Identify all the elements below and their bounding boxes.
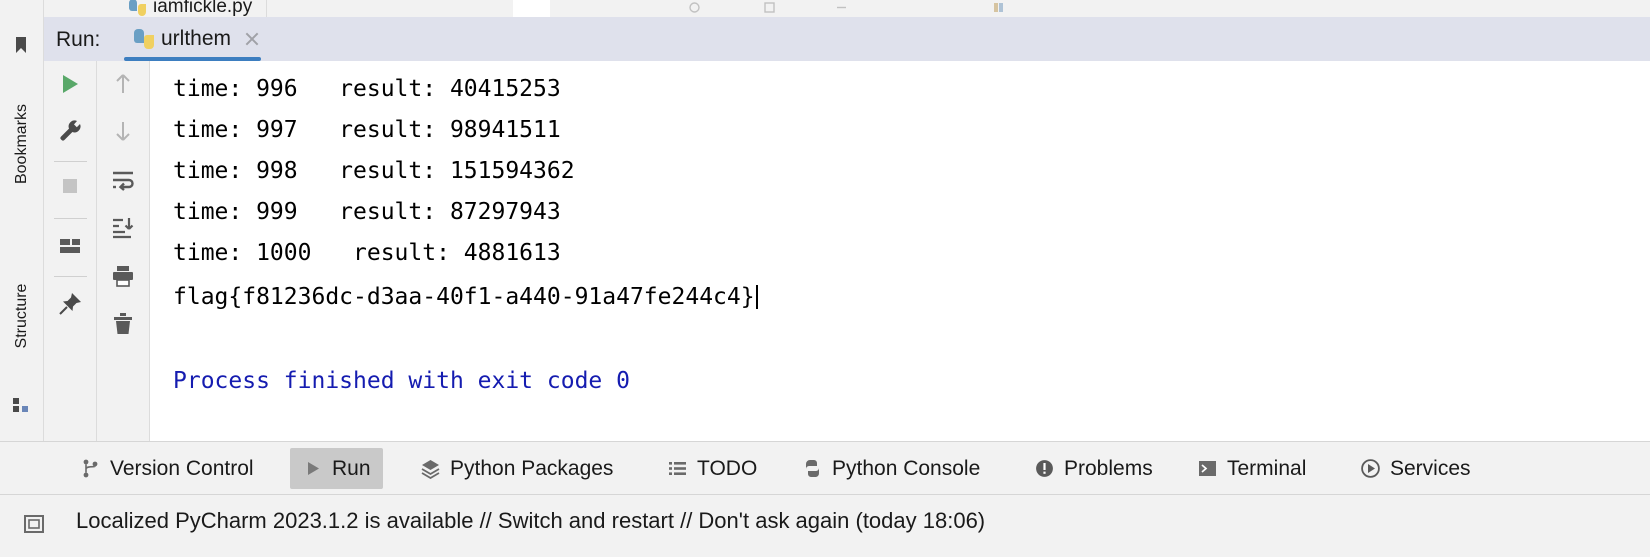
editor-tab-gap	[513, 0, 550, 17]
run-panel-header: Run: urlthem	[44, 17, 1650, 61]
ghost-toolbar-icon-4	[992, 1, 1005, 14]
editor-tab-strip: iamfickle.py	[0, 0, 1650, 17]
warning-icon	[1034, 458, 1055, 479]
text-caret	[755, 285, 758, 309]
next-occurrence-button[interactable]	[106, 116, 140, 150]
bottom-tab-todo[interactable]: TODO	[655, 448, 769, 489]
bottom-tab-label: Run	[332, 456, 371, 480]
layout-settings-button[interactable]	[53, 231, 87, 265]
branch-icon	[80, 458, 101, 479]
python-run-config-icon	[134, 29, 154, 49]
services-icon	[1360, 458, 1381, 479]
run-toolbar-left	[44, 61, 97, 441]
print-icon	[110, 263, 136, 294]
bottom-tab-problems[interactable]: Problems	[1022, 448, 1165, 489]
bookmarks-label[interactable]: Bookmarks	[13, 104, 31, 184]
edit-configurations-button[interactable]	[53, 116, 87, 150]
editor-tab-label: iamfickle.py	[153, 0, 253, 17]
stop-icon	[57, 173, 83, 204]
run-console-output[interactable]: time: 996 result: 40415253 time: 997 res…	[151, 61, 1650, 441]
run-configuration-tab[interactable]: urlthem	[124, 17, 270, 61]
stop-button[interactable]	[53, 171, 87, 205]
console-line: time: 999 result: 87297943	[173, 199, 561, 225]
python-file-icon	[129, 0, 146, 16]
bottom-tool-window-bar: Version Control Run Python Packages TODO…	[0, 441, 1650, 494]
bottom-tab-run[interactable]: Run	[290, 448, 383, 489]
ghost-toolbar-icon-3	[835, 1, 848, 14]
editor-left-gutter	[0, 0, 44, 17]
ghost-toolbar-icon-2	[763, 1, 776, 14]
soft-wrap-button[interactable]	[106, 166, 140, 200]
left-tool-stripe: Bookmarks Structure	[0, 17, 44, 441]
play-icon	[302, 458, 323, 479]
clear-all-button[interactable]	[106, 309, 140, 343]
pin-icon	[57, 291, 83, 322]
play-icon	[57, 71, 83, 102]
console-flag-line: flag{f81236dc-d3aa-40f1-a440-91a47fe244c…	[173, 285, 758, 309]
wrench-icon	[57, 118, 83, 149]
terminal-icon	[1197, 458, 1218, 479]
bottom-tab-label: Version Control	[110, 456, 254, 480]
editor-toolbar-area	[550, 0, 1650, 17]
flag-text: flag{f81236dc-d3aa-40f1-a440-91a47fe244c…	[173, 284, 755, 310]
arrow-up-icon	[110, 71, 136, 102]
bottom-tab-services[interactable]: Services	[1348, 448, 1483, 489]
bottom-tab-label: Python Console	[832, 456, 981, 480]
bottom-tab-terminal[interactable]: Terminal	[1185, 448, 1318, 489]
print-button[interactable]	[106, 261, 140, 295]
status-bar-message[interactable]: Localized PyCharm 2023.1.2 is available …	[76, 505, 985, 537]
console-line: time: 997 result: 98941511	[173, 117, 561, 143]
toolbar-separator-3	[54, 276, 87, 277]
status-bar: Localized PyCharm 2023.1.2 is available …	[0, 494, 1650, 557]
previous-occurrence-button[interactable]	[106, 69, 140, 103]
list-icon	[667, 458, 688, 479]
console-line: time: 998 result: 151594362	[173, 158, 575, 184]
run-configuration-label: urlthem	[161, 27, 232, 50]
notification-icon[interactable]	[22, 512, 46, 536]
bookmark-icon	[11, 35, 31, 55]
layout-icon	[57, 233, 83, 264]
bottom-tab-label: Terminal	[1227, 456, 1307, 480]
pin-tab-button[interactable]	[53, 289, 87, 323]
scroll-to-end-button[interactable]	[106, 213, 140, 247]
bottom-tab-python-console[interactable]: Python Console	[790, 448, 992, 489]
bottom-tab-version-control[interactable]: Version Control	[68, 448, 266, 489]
soft-wrap-icon	[110, 168, 136, 199]
toolbar-separator-2	[54, 218, 87, 219]
close-icon[interactable]	[244, 31, 260, 47]
bottom-tab-label: TODO	[697, 456, 758, 480]
packages-icon	[420, 458, 441, 479]
trash-icon	[110, 311, 136, 342]
editor-tab-iamfickle[interactable]: iamfickle.py	[119, 0, 268, 17]
run-toolbar-right	[97, 61, 150, 441]
scroll-to-end-icon	[110, 215, 136, 246]
process-finished-line: Process finished with exit code 0	[173, 368, 630, 394]
arrow-down-icon	[110, 118, 136, 149]
bottom-tab-label: Problems	[1064, 456, 1153, 480]
console-line: time: 1000 result: 4881613	[173, 240, 561, 266]
console-line: time: 996 result: 40415253	[173, 76, 561, 102]
structure-icon	[11, 395, 31, 415]
bottom-tab-python-packages[interactable]: Python Packages	[408, 448, 625, 489]
bottom-tab-label: Services	[1390, 456, 1471, 480]
python-console-icon	[802, 458, 823, 479]
toolbar-separator-1	[54, 161, 87, 162]
rerun-button[interactable]	[53, 69, 87, 103]
structure-label[interactable]: Structure	[13, 284, 31, 349]
ghost-toolbar-icon-1	[688, 1, 701, 14]
bottom-tab-label: Python Packages	[450, 456, 614, 480]
run-panel-title: Run:	[56, 28, 101, 51]
